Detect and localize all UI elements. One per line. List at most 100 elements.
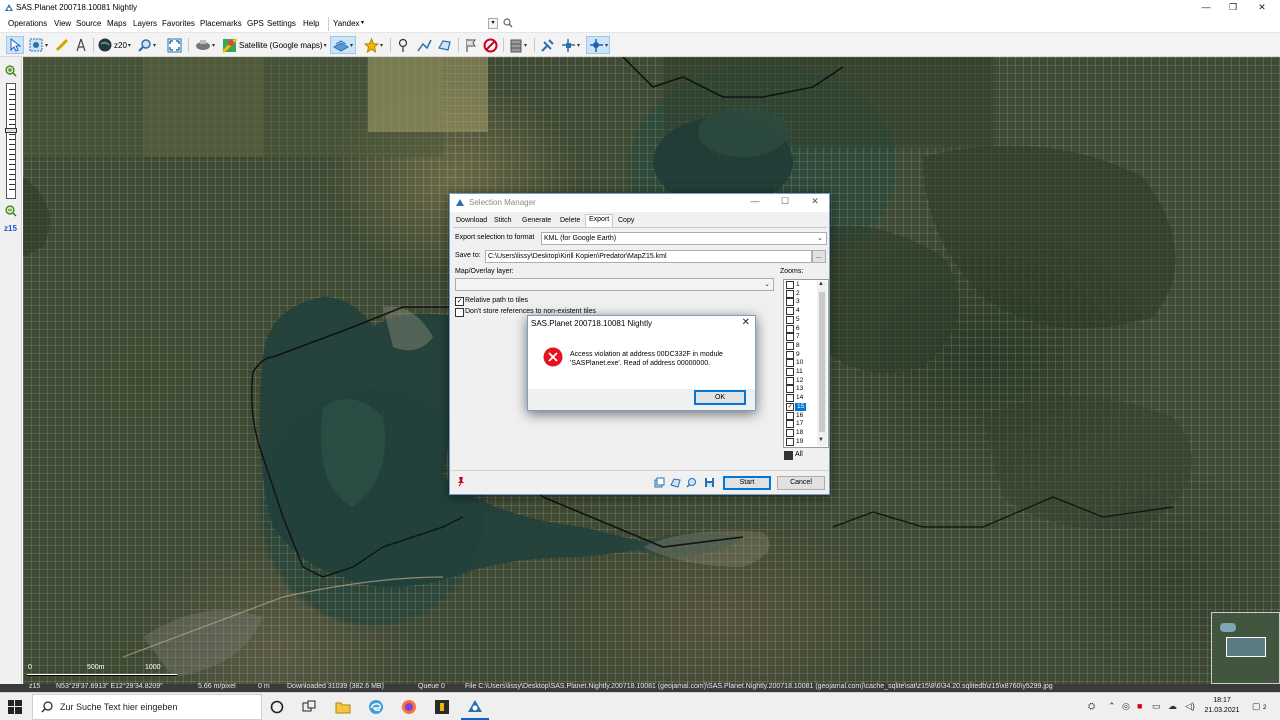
close-button[interactable]: ✕: [1244, 0, 1280, 16]
map-source-select[interactable]: Satellite (Google maps) ▾: [222, 36, 327, 54]
gps-connect-button[interactable]: [540, 36, 555, 54]
zoom-item[interactable]: 3: [785, 298, 817, 307]
zoom-item[interactable]: 14: [785, 394, 817, 403]
zoom-item[interactable]: 13: [785, 385, 817, 394]
firefox-icon[interactable]: [400, 698, 418, 716]
tab-export[interactable]: Export: [585, 214, 614, 228]
layers-button[interactable]: ▾: [330, 36, 356, 54]
menu-favorites[interactable]: Favorites: [162, 19, 195, 28]
zoom-checkbox[interactable]: [786, 298, 794, 307]
pointer-tool-button[interactable]: [6, 36, 24, 54]
zoom-in-icon[interactable]: [5, 65, 17, 77]
taskbar-clock[interactable]: 18:17 21.03.2021: [1204, 696, 1240, 716]
volume-icon[interactable]: ◁): [1185, 701, 1195, 712]
menu-maps[interactable]: Maps: [107, 19, 127, 28]
scrollbar-thumb[interactable]: [819, 292, 825, 432]
task-view-icon[interactable]: [300, 698, 318, 716]
favorites-button[interactable]: ▾: [364, 36, 383, 54]
zoom-checkbox[interactable]: [786, 428, 794, 437]
zoom-item[interactable]: 4: [785, 307, 817, 316]
menu-layers[interactable]: Layers: [133, 19, 157, 28]
zoom-checkbox[interactable]: [786, 411, 794, 420]
chevron-up-icon[interactable]: ⌃: [1108, 701, 1116, 712]
sasplanet-taskbar-icon[interactable]: [466, 698, 484, 716]
zoom-item[interactable]: 16: [785, 411, 817, 421]
add-path-button[interactable]: [417, 36, 432, 54]
zoom-checkbox[interactable]: [786, 289, 794, 298]
search-icon[interactable]: [503, 18, 513, 28]
zoom-item[interactable]: 8: [785, 341, 817, 351]
zoom-checkbox[interactable]: [786, 394, 794, 403]
ok-button[interactable]: OK: [694, 390, 746, 405]
notifications-icon[interactable]: ▢: [1252, 701, 1261, 712]
zoom-checkbox[interactable]: [786, 315, 794, 324]
zoom-item[interactable]: 17: [785, 420, 817, 429]
zoom-item[interactable]: 6: [785, 324, 817, 334]
select-area-button[interactable]: ▾: [28, 36, 48, 54]
zoom-item[interactable]: 5: [785, 315, 817, 325]
network-icon[interactable]: ▭: [1152, 701, 1161, 712]
zooms-scrollbar[interactable]: ▲ ▼: [817, 281, 827, 446]
all-zooms-checkbox[interactable]: [784, 451, 793, 460]
gps-button[interactable]: ▾: [509, 36, 527, 54]
menu-settings[interactable]: Settings: [267, 19, 296, 28]
menu-help[interactable]: Help: [303, 19, 319, 28]
zoom-checkbox[interactable]: [786, 307, 794, 316]
close-icon[interactable]: ✕: [808, 196, 822, 207]
zoom-item[interactable]: 1: [785, 281, 817, 290]
save-to-input[interactable]: C:\Users\lissy\Desktop\Kirill Kopien\Pre…: [485, 250, 812, 263]
start-button[interactable]: Start: [723, 476, 771, 490]
pin-icon[interactable]: [456, 476, 466, 487]
zooms-list[interactable]: 1 2 3 4 5 6 7 8 9 10 11 12 13 14 ✓ 15 16 …: [783, 279, 829, 448]
marks-button[interactable]: [464, 36, 478, 54]
menu-source[interactable]: Source: [76, 19, 101, 28]
menu-placemarks[interactable]: Placemarks: [200, 19, 242, 28]
maximize-icon[interactable]: ☐: [778, 196, 792, 207]
zoom-checkbox[interactable]: [786, 376, 794, 385]
zoom-item[interactable]: 2: [785, 289, 817, 299]
zoom-to-selection-icon[interactable]: [686, 477, 697, 488]
zoom-checkbox[interactable]: [786, 368, 794, 376]
zoom-item[interactable]: 10: [785, 359, 817, 368]
zoom-checkbox-checked[interactable]: ✓: [786, 402, 794, 411]
measure-button[interactable]: [74, 36, 88, 54]
search-provider-select[interactable]: Yandex ▾ ▾: [328, 17, 498, 31]
chevron-up-icon[interactable]: ▲: [818, 281, 824, 287]
chevron-down-icon[interactable]: ▼: [818, 437, 824, 443]
zoom-checkbox[interactable]: [786, 420, 794, 429]
zoom-item[interactable]: 12: [785, 376, 817, 386]
zoom-tool-button[interactable]: ▾: [138, 36, 156, 54]
gps-center-button[interactable]: ▾: [586, 36, 610, 54]
map-type-button[interactable]: ▾: [195, 36, 215, 54]
zoom-checkbox[interactable]: [786, 385, 794, 394]
hide-marks-button[interactable]: [483, 36, 498, 54]
ruler-tool-button[interactable]: [55, 36, 69, 54]
zoom-out-icon[interactable]: [5, 205, 17, 217]
file-explorer-icon[interactable]: [334, 698, 352, 716]
people-icon[interactable]: ⛭: [1088, 701, 1095, 712]
gps-track-button[interactable]: ▾: [561, 36, 580, 54]
zoom-item[interactable]: 9: [785, 350, 817, 360]
save-icon[interactable]: [704, 477, 715, 488]
add-polygon-button[interactable]: [437, 36, 452, 54]
zoom-checkbox[interactable]: [786, 350, 794, 359]
zoom-checkbox[interactable]: [786, 324, 794, 333]
zoom-select[interactable]: z20 ▾: [98, 36, 131, 54]
menu-operations[interactable]: Operations: [8, 19, 47, 28]
zoom-slider[interactable]: [5, 83, 17, 199]
zoom-checkbox[interactable]: [786, 281, 794, 289]
zoom-checkbox[interactable]: [786, 341, 794, 350]
search-input-dropdown[interactable]: ▾: [488, 18, 498, 29]
zoom-item-selected[interactable]: ✓ 15: [785, 402, 817, 412]
minimap-viewport[interactable]: [1226, 637, 1266, 657]
close-icon[interactable]: ✕: [742, 317, 750, 328]
zoom-item[interactable]: 18: [785, 428, 817, 438]
export-format-select[interactable]: KML (for Google Earth) ⌄: [541, 232, 827, 245]
zoom-checkbox[interactable]: [786, 333, 794, 342]
copy-icon[interactable]: [654, 477, 665, 488]
add-placemark-button[interactable]: [397, 36, 409, 54]
minimize-icon[interactable]: —: [748, 196, 762, 206]
zoom-item[interactable]: 11: [785, 368, 817, 377]
taskbar-search-box[interactable]: Zur Suche Text hier eingeben: [32, 694, 262, 720]
zoom-slider-handle[interactable]: [5, 128, 17, 133]
